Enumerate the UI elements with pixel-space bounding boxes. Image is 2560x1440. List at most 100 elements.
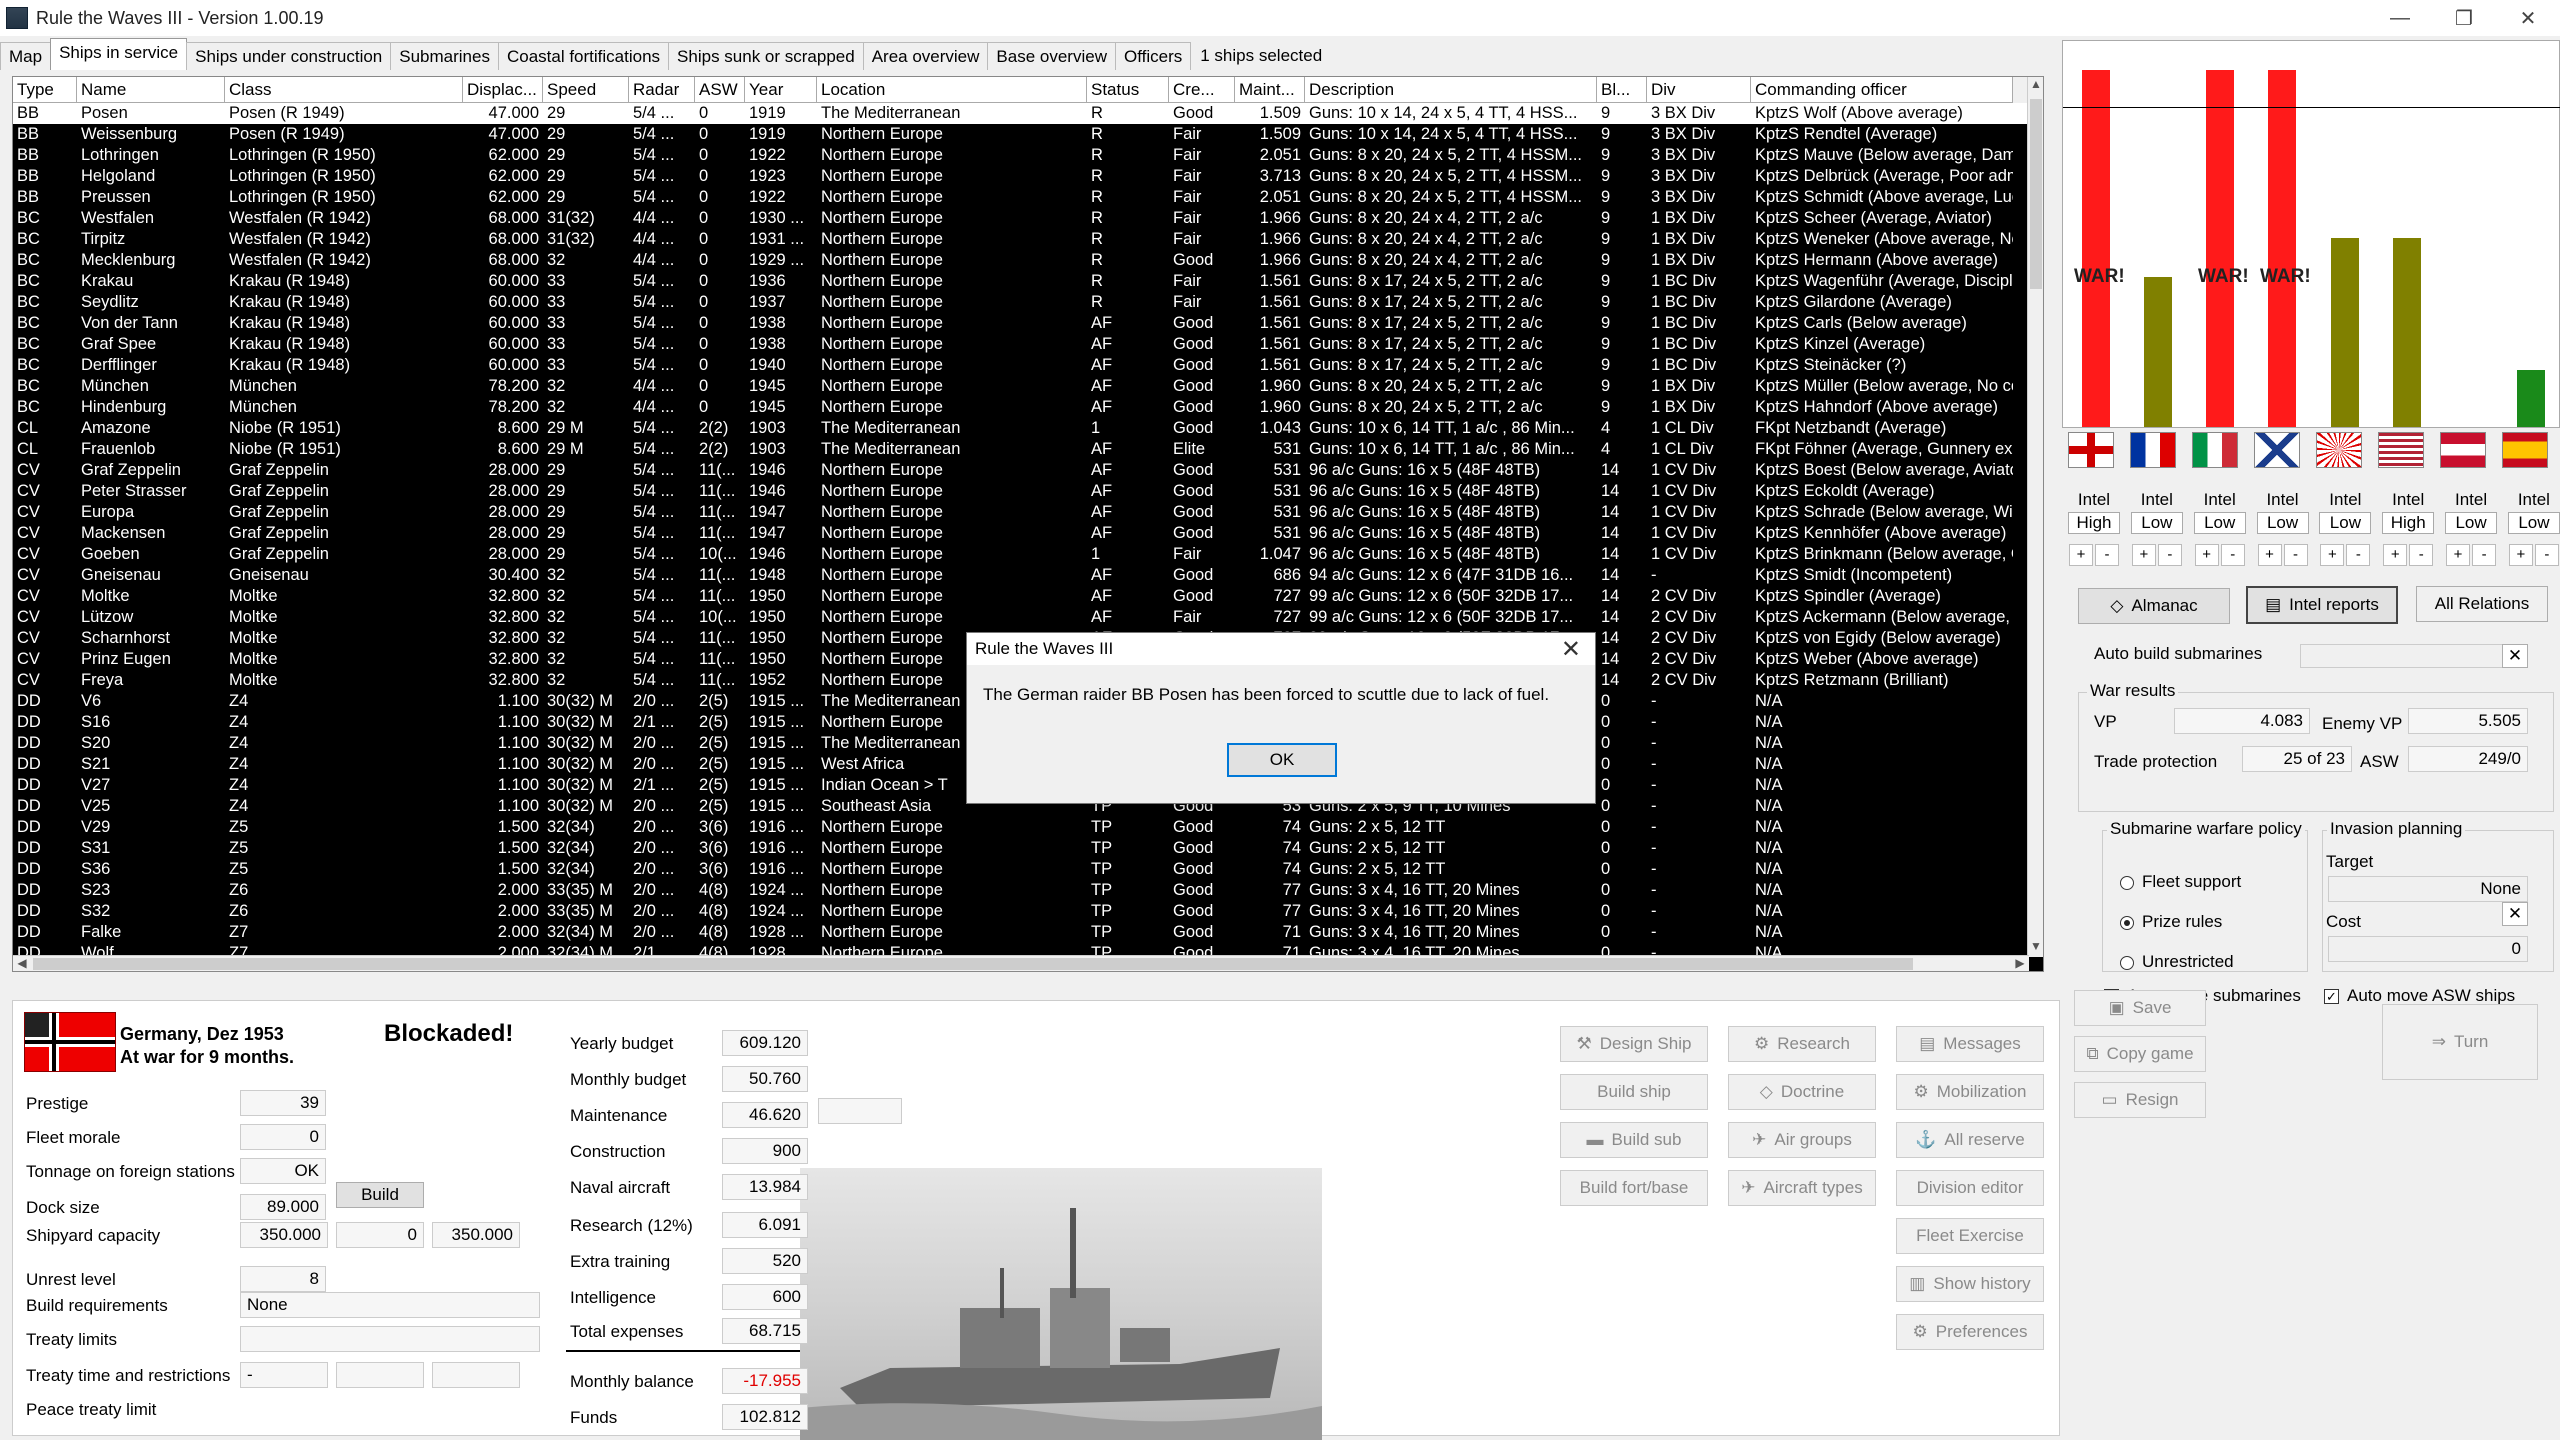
policy-fleet-support[interactable]: Fleet support: [2120, 872, 2241, 892]
column-header[interactable]: Maint...: [1235, 77, 1305, 103]
copy-game-button[interactable]: ⧉ Copy game: [2074, 1036, 2206, 1072]
table-row[interactable]: CV Mackensen Graf Zeppelin 28.000 29 5/4 ... 1…: [13, 523, 2029, 544]
table-row[interactable]: BC Mecklenburg Westfalen (R 1942) 68.000 32 4…: [13, 250, 2029, 271]
tab-base-overview[interactable]: Base overview: [987, 42, 1116, 70]
preferences-button[interactable]: ⚙ Preferences: [1896, 1314, 2044, 1350]
table-row[interactable]: DD V29 Z5 1.500 32(34) 2/0 ... 3(6) 1916 ... Nor…: [13, 817, 2029, 838]
build-fort-base-button[interactable]: Build fort/base: [1560, 1170, 1708, 1206]
build-dock-button[interactable]: Build: [336, 1182, 424, 1208]
mobilization-button[interactable]: ⚙ Mobilization: [1896, 1074, 2044, 1110]
tab-submarines[interactable]: Submarines: [390, 42, 499, 70]
restore-button[interactable]: ❐: [2432, 0, 2496, 36]
decrease-icon[interactable]: -: [2157, 544, 2182, 566]
tab-coastal-fortifications[interactable]: Coastal fortifications: [497, 42, 670, 70]
hscroll-thumb[interactable]: [33, 958, 1913, 970]
tab-ships-in-service[interactable]: Ships in service: [50, 38, 188, 70]
policy-prize-rules[interactable]: Prize rules: [2120, 912, 2222, 932]
decrease-icon[interactable]: -: [2409, 544, 2434, 566]
increase-icon[interactable]: +: [2194, 544, 2219, 566]
decrease-icon[interactable]: -: [2346, 544, 2371, 566]
intel-level[interactable]: Low: [2130, 512, 2183, 534]
scroll-down-icon[interactable]: ▼: [2028, 939, 2043, 957]
close-button[interactable]: ✕: [2496, 0, 2560, 36]
table-row[interactable]: BC Graf Spee Krakau (R 1948) 60.000 33 5/4 ..…: [13, 334, 2029, 355]
tab-ships-under-construction[interactable]: Ships under construction: [186, 42, 392, 70]
table-row[interactable]: BC Derfflinger Krakau (R 1948) 60.000 33 5/4 …: [13, 355, 2029, 376]
all-relations-button[interactable]: All Relations: [2416, 586, 2548, 622]
build-ship-button[interactable]: Build ship: [1560, 1074, 1708, 1110]
column-header[interactable]: Description: [1305, 77, 1597, 103]
table-row[interactable]: DD Falke Z7 2.000 32(34) M 2/0 ... 4(8) 1928 ..…: [13, 922, 2029, 943]
column-header[interactable]: ASW: [695, 77, 745, 103]
intel-level[interactable]: High: [2382, 512, 2435, 534]
tab-area-overview[interactable]: Area overview: [862, 42, 989, 70]
column-header[interactable]: Name: [77, 77, 225, 103]
increase-icon[interactable]: +: [2257, 544, 2282, 566]
intel-level[interactable]: Low: [2319, 512, 2372, 534]
target-value[interactable]: None: [2328, 876, 2528, 902]
column-header[interactable]: Type: [13, 77, 77, 103]
decrease-icon[interactable]: -: [2220, 544, 2245, 566]
increase-icon[interactable]: +: [2508, 544, 2533, 566]
table-row[interactable]: CL Frauenlob Niobe (R 1951) 8.600 29 M 5/4 ..…: [13, 439, 2029, 460]
auto-build-subs-field[interactable]: [2300, 644, 2528, 668]
table-row[interactable]: BB Posen Posen (R 1949) 47.000 29 5/4 ... 0 191…: [13, 103, 2029, 124]
column-header[interactable]: Div: [1647, 77, 1751, 103]
column-header[interactable]: Displac...: [463, 77, 543, 103]
table-row[interactable]: BB Preussen Lothringen (R 1950) 62.000 29 5/4…: [13, 187, 2029, 208]
aircraft-types-button[interactable]: ✈ Aircraft types: [1728, 1170, 1876, 1206]
increase-icon[interactable]: +: [2320, 544, 2345, 566]
table-row[interactable]: BC Krakau Krakau (R 1948) 60.000 33 5/4 ... 0 1…: [13, 271, 2029, 292]
table-row[interactable]: CV Gneisenau Gneisenau 30.400 32 5/4 ... 11(..…: [13, 565, 2029, 586]
minimize-button[interactable]: —: [2368, 0, 2432, 36]
auto-move-asw[interactable]: ✓ Auto move ASW ships: [2324, 986, 2515, 1006]
all-reserve-button[interactable]: ⚓ All reserve: [1896, 1122, 2044, 1158]
table-row[interactable]: BC Seydlitz Krakau (R 1948) 60.000 33 5/4 ...…: [13, 292, 2029, 313]
table-row[interactable]: BC München München 78.200 32 4/4 ... 0 1945 Nort…: [13, 376, 2029, 397]
air-groups-button[interactable]: ✈ Air groups: [1728, 1122, 1876, 1158]
increase-icon[interactable]: +: [2069, 544, 2093, 566]
intel-reports-button[interactable]: ▤ Intel reports: [2246, 586, 2398, 624]
design-ship-button[interactable]: ⚒ Design Ship: [1560, 1026, 1708, 1062]
table-row[interactable]: BB Weissenburg Posen (R 1949) 47.000 29 5/4 .…: [13, 124, 2029, 145]
table-row[interactable]: CL Amazone Niobe (R 1951) 8.600 29 M 5/4 ... 2…: [13, 418, 2029, 439]
table-row[interactable]: CV Goeben Graf Zeppelin 28.000 29 5/4 ... 10(.…: [13, 544, 2029, 565]
turn-button[interactable]: ⇒ Turn: [2382, 1004, 2538, 1080]
scroll-thumb[interactable]: [2030, 99, 2042, 289]
clear-icon[interactable]: ✕: [2502, 644, 2528, 668]
resign-button[interactable]: ▭ Resign: [2074, 1082, 2206, 1118]
table-row[interactable]: BC Hindenburg München 78.200 32 4/4 ... 0 1945 N…: [13, 397, 2029, 418]
decrease-icon[interactable]: -: [2095, 544, 2119, 566]
intel-level[interactable]: Low: [2193, 512, 2246, 534]
column-header[interactable]: Radar: [629, 77, 695, 103]
scroll-up-icon[interactable]: ▲: [2028, 77, 2043, 95]
checkbox-icon[interactable]: ✓: [2324, 989, 2339, 1005]
intel-level[interactable]: Low: [2507, 512, 2560, 534]
tab-map[interactable]: Map: [0, 42, 52, 70]
decrease-icon[interactable]: -: [2472, 544, 2497, 566]
column-header[interactable]: Location: [817, 77, 1087, 103]
radio-icon[interactable]: [2120, 955, 2134, 970]
table-row[interactable]: CV Peter Strasser Graf Zeppelin 28.000 29 5/4…: [13, 481, 2029, 502]
table-row[interactable]: BB Helgoland Lothringen (R 1950) 62.000 29 5/…: [13, 166, 2029, 187]
radio-icon[interactable]: [2120, 915, 2134, 930]
table-row[interactable]: DD S23 Z6 2.000 33(35) M 2/0 ... 4(8) 1924 ... N…: [13, 880, 2029, 901]
horizontal-scrollbar[interactable]: ◀ ▶: [13, 955, 2029, 971]
increase-icon[interactable]: +: [2131, 544, 2156, 566]
table-row[interactable]: DD S31 Z5 1.500 32(34) 2/0 ... 3(6) 1916 ... Nor…: [13, 838, 2029, 859]
table-row[interactable]: CV Lützow Moltke 32.800 32 5/4 ... 10(... 1950 N…: [13, 607, 2029, 628]
table-row[interactable]: BC Westfalen Westfalen (R 1942) 68.000 31(32…: [13, 208, 2029, 229]
table-row[interactable]: CV Europa Graf Zeppelin 28.000 29 5/4 ... 11(.…: [13, 502, 2029, 523]
column-header[interactable]: Year: [745, 77, 817, 103]
column-header[interactable]: Class: [225, 77, 463, 103]
table-row[interactable]: BC Von der Tann Krakau (R 1948) 60.000 33 5/4…: [13, 313, 2029, 334]
scroll-right-icon[interactable]: ▶: [2011, 956, 2029, 971]
messages-button[interactable]: ▤ Messages: [1896, 1026, 2044, 1062]
policy-unrestricted[interactable]: Unrestricted: [2120, 952, 2234, 972]
vertical-scrollbar[interactable]: ▲ ▼: [2027, 77, 2043, 957]
decrease-icon[interactable]: -: [2534, 544, 2559, 566]
ok-button[interactable]: OK: [1227, 743, 1337, 777]
fleet-exercise-button[interactable]: Fleet Exercise: [1896, 1218, 2044, 1254]
clear-target-icon[interactable]: ✕: [2502, 902, 2528, 926]
build-sub-button[interactable]: ▬ Build sub: [1560, 1122, 1708, 1158]
